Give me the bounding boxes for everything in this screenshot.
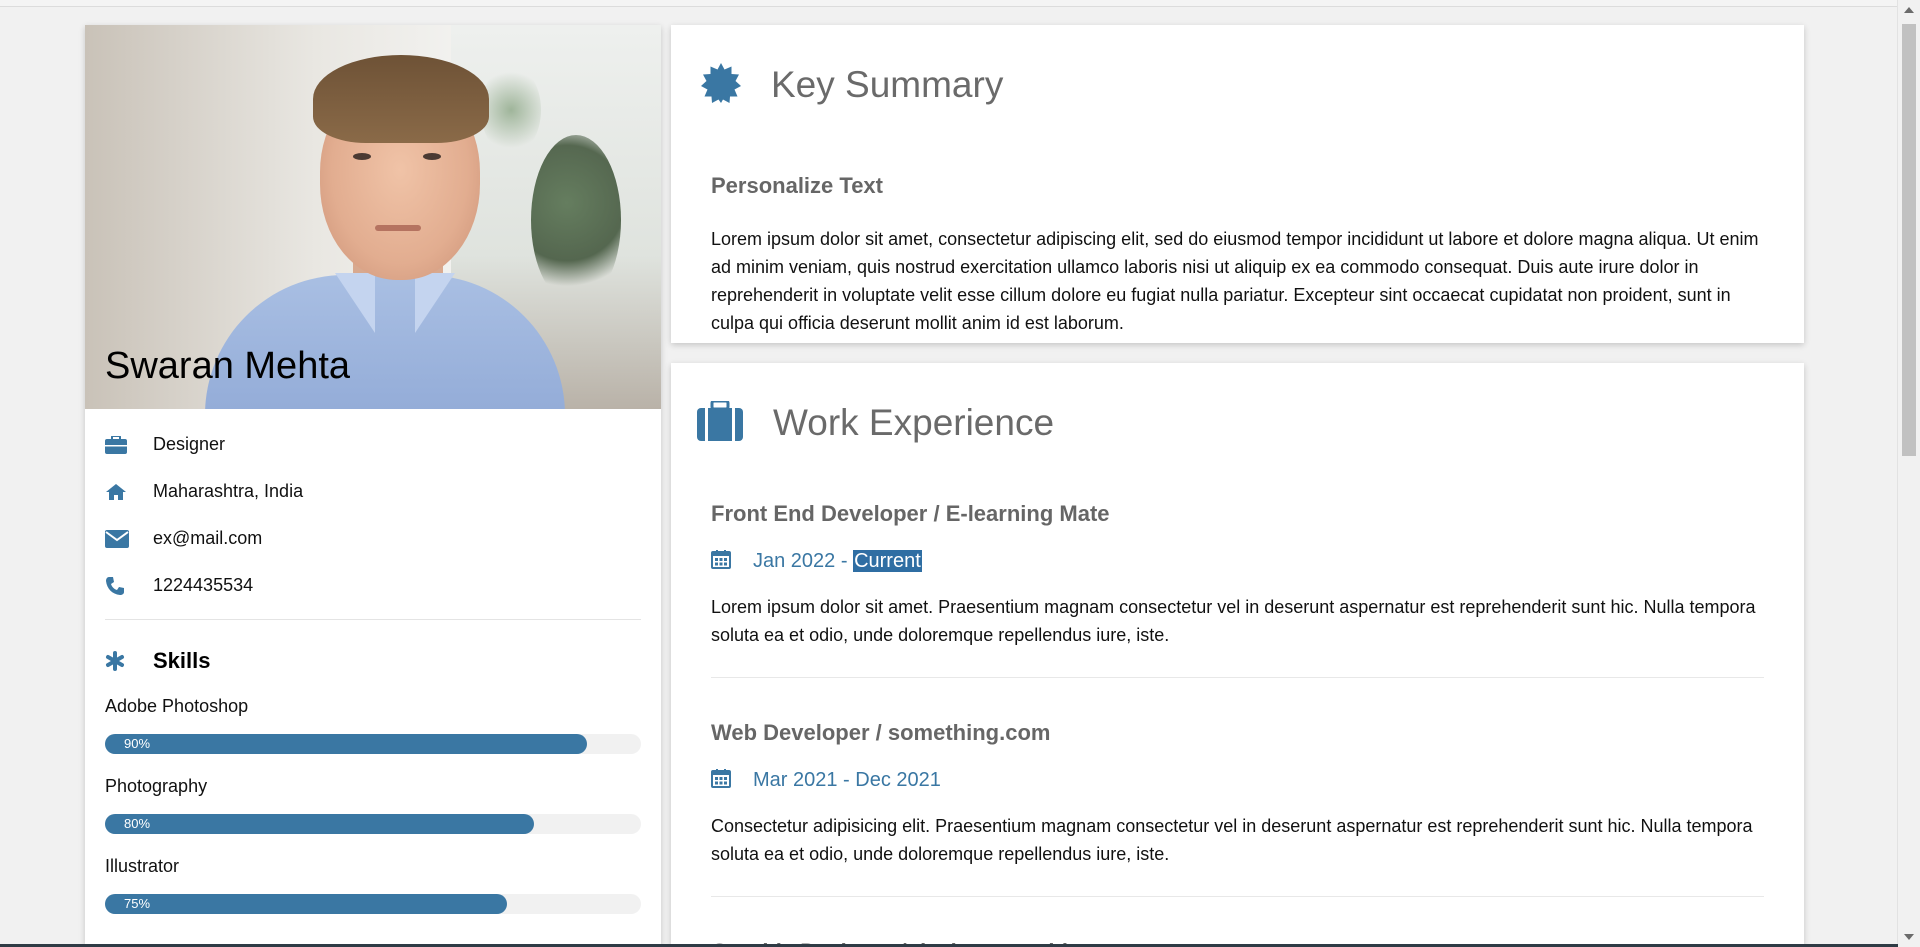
profile-name: Swaran Mehta [105, 345, 351, 387]
info-row-job: Designer [105, 421, 641, 468]
phone-icon [105, 576, 153, 596]
certificate-icon [701, 62, 741, 108]
window-top-edge [0, 0, 1920, 7]
job-description: Consectetur adipisicing elit. Praesentiu… [711, 816, 1753, 864]
skill-progress-bar: 80% [105, 814, 641, 834]
skill-label: Photography [105, 776, 208, 796]
page-scrollbar[interactable] [1897, 0, 1920, 947]
skill-label: Adobe Photoshop [105, 696, 249, 716]
profile-photo: Swaran Mehta [85, 25, 661, 409]
briefcase-icon [105, 435, 153, 454]
scroll-down-arrow-icon[interactable] [1904, 934, 1914, 940]
skill-item: Illustrator 75% [85, 834, 661, 914]
key-summary-header: Key Summary [671, 25, 1804, 145]
skill-progress-fill: 75% [105, 894, 507, 914]
profile-card: Swaran Mehta Designer Maharashtra, India… [85, 25, 661, 947]
key-summary-card: Key Summary Personalize Text Lorem ipsum… [671, 25, 1804, 343]
contact-info-list: Designer Maharashtra, India ex@mail.com … [85, 409, 661, 609]
envelope-icon [105, 529, 153, 548]
job-date: Jan 2022 - Current [753, 549, 922, 572]
skill-progress-bar: 75% [105, 894, 641, 914]
selected-text-current: Current [853, 549, 922, 572]
phone-text[interactable]: 1224435534 [153, 575, 253, 596]
scrollbar-thumb[interactable] [1902, 24, 1916, 456]
work-experience-title: Work Experience [773, 402, 1055, 443]
job-title: Web Developer / something.com [711, 720, 1051, 745]
briefcase-large-icon [697, 399, 743, 446]
skill-item: Adobe Photoshop 90% [85, 674, 661, 754]
skill-label: Illustrator [105, 856, 180, 876]
work-experience-card: Work Experience Front End Developer / E-… [671, 363, 1804, 947]
skill-item: Photography 80% [85, 754, 661, 834]
home-icon [105, 483, 153, 501]
skill-progress-bar: 90% [105, 734, 641, 754]
personalize-text-heading: Personalize Text [711, 173, 883, 198]
job-date: Mar 2021 - Dec 2021 [753, 768, 941, 791]
skills-title: Skills [153, 648, 211, 673]
job-entry: Front End Developer / E-learning Mate Ja… [671, 483, 1804, 678]
calendar-icon [711, 768, 731, 793]
scroll-up-arrow-icon[interactable] [1904, 7, 1914, 13]
job-entry: Graphic Designer / designsomething.com [671, 897, 1804, 947]
job-date-row: Mar 2021 - Dec 2021 [711, 766, 1764, 794]
asterisk-icon [105, 651, 153, 671]
email-text[interactable]: ex@mail.com [153, 528, 262, 549]
job-date-row: Jan 2022 - Current [711, 547, 1764, 575]
work-experience-header: Work Experience [671, 363, 1804, 483]
skill-progress-fill: 90% [105, 734, 588, 754]
summary-paragraph: Lorem ipsum dolor sit amet, consectetur … [711, 229, 1759, 333]
calendar-icon [711, 549, 731, 574]
skills-header: Skills [85, 620, 661, 674]
info-row-location: Maharashtra, India [105, 468, 641, 515]
location-text: Maharashtra, India [153, 481, 304, 501]
job-description: Lorem ipsum dolor sit amet. Praesentium … [711, 597, 1756, 645]
job-title-text: Designer [153, 434, 226, 454]
info-row-email: ex@mail.com [105, 515, 641, 562]
info-row-phone: 1224435534 [105, 562, 641, 609]
job-title: Front End Developer / E-learning Mate [711, 501, 1110, 526]
skill-progress-fill: 80% [105, 814, 534, 834]
job-entry: Web Developer / something.com Mar 2021 -… [671, 678, 1804, 897]
key-summary-title: Key Summary [771, 64, 1004, 105]
